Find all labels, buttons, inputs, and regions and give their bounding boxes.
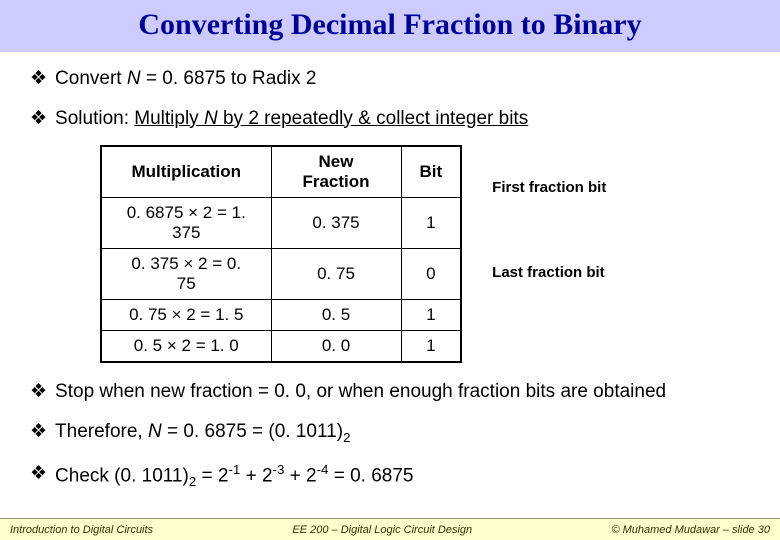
title-bar: Converting Decimal Fraction to Binary <box>0 0 780 52</box>
superscript: -1 <box>228 462 240 477</box>
bullet-3: ❖ Stop when new fraction = 0. 0, or when… <box>30 379 750 405</box>
cell-bit: 1 <box>401 331 461 363</box>
page-title: Converting Decimal Fraction to Binary <box>0 8 780 42</box>
superscript: -4 <box>317 462 329 477</box>
bullet-2-text: Solution: Multiply N by 2 repeatedly & c… <box>55 106 528 132</box>
bullet-5: ❖ Check (0. 1011)2 = 2-1 + 2-3 + 2-4 = 0… <box>30 461 750 491</box>
cell-bit: 1 <box>401 198 461 249</box>
bullet-4-text: Therefore, N = 0. 6875 = (0. 1011)2 <box>55 419 350 447</box>
table-row: 0. 375 × 2 = 0. 75 0. 75 0 <box>101 249 461 300</box>
table-row: 0. 75 × 2 = 1. 5 0. 5 1 <box>101 300 461 331</box>
text: Convert <box>55 68 127 89</box>
subscript: 2 <box>343 430 350 445</box>
cell-frac: 0. 5 <box>271 300 401 331</box>
text: = 0. 6875 = (0. 1011) <box>162 421 343 442</box>
text: Solution: <box>55 108 134 129</box>
annotation-last: Last fraction bit <box>492 264 606 281</box>
footer-right: © Muhamed Mudawar – slide 30 <box>611 524 770 536</box>
bullet-3-text: Stop when new fraction = 0. 0, or when e… <box>55 379 666 405</box>
diamond-icon: ❖ <box>30 419 47 445</box>
annotation-first: First fraction bit <box>492 179 606 196</box>
text: + 2 <box>240 465 272 486</box>
diamond-icon: ❖ <box>30 106 47 132</box>
cell-frac: 0. 75 <box>271 249 401 300</box>
diamond-icon: ❖ <box>30 379 47 405</box>
text: by 2 repeatedly & collect integer bits <box>218 108 529 129</box>
cell-frac: 0. 0 <box>271 331 401 363</box>
cell-mult: 0. 375 × 2 = 0. 75 <box>101 249 271 300</box>
text: + 2 <box>284 465 316 486</box>
table-row: 0. 6875 × 2 = 1. 375 0. 375 1 <box>101 198 461 249</box>
cell-frac: 0. 375 <box>271 198 401 249</box>
bullet-1-text: Convert N = 0. 6875 to Radix 2 <box>55 66 316 92</box>
text-var: N <box>127 68 141 89</box>
cell-mult: 0. 6875 × 2 = 1. 375 <box>101 198 271 249</box>
bullet-5-text: Check (0. 1011)2 = 2-1 + 2-3 + 2-4 = 0. … <box>55 461 413 491</box>
cell-bit: 0 <box>401 249 461 300</box>
underlined: Multiply N by 2 repeatedly & collect int… <box>134 108 528 129</box>
bullet-4: ❖ Therefore, N = 0. 6875 = (0. 1011)2 <box>30 419 750 447</box>
footer-left: Introduction to Digital Circuits <box>10 524 153 536</box>
text: Check (0. 1011) <box>55 465 189 486</box>
col-header-mult: Multiplication <box>101 146 271 198</box>
text-var: N <box>148 421 162 442</box>
footer-center: EE 200 – Digital Logic Circuit Design <box>292 524 472 536</box>
col-header-bit: Bit <box>401 146 461 198</box>
table-annotations: First fraction bit Last fraction bit <box>492 145 606 281</box>
text: Therefore, <box>55 421 148 442</box>
superscript: -3 <box>273 462 285 477</box>
table-wrap: Multiplication New Fraction Bit 0. 6875 … <box>100 145 750 363</box>
text: Multiply <box>134 108 204 129</box>
cell-mult: 0. 75 × 2 = 1. 5 <box>101 300 271 331</box>
text-var: N <box>204 108 218 129</box>
cell-mult: 0. 5 × 2 = 1. 0 <box>101 331 271 363</box>
diamond-icon: ❖ <box>30 66 47 92</box>
cell-bit: 1 <box>401 300 461 331</box>
conversion-table: Multiplication New Fraction Bit 0. 6875 … <box>100 145 462 363</box>
table-row: 0. 5 × 2 = 1. 0 0. 0 1 <box>101 331 461 363</box>
text: = 0. 6875 to Radix 2 <box>141 68 317 89</box>
col-header-frac: New Fraction <box>271 146 401 198</box>
bullet-2: ❖ Solution: Multiply N by 2 repeatedly &… <box>30 106 750 132</box>
text: = 0. 6875 <box>328 465 413 486</box>
diamond-icon: ❖ <box>30 461 47 487</box>
bullet-1: ❖ Convert N = 0. 6875 to Radix 2 <box>30 66 750 92</box>
text: = 2 <box>196 465 228 486</box>
table-header-row: Multiplication New Fraction Bit <box>101 146 461 198</box>
footer: Introduction to Digital Circuits EE 200 … <box>0 518 780 540</box>
content-area: ❖ Convert N = 0. 6875 to Radix 2 ❖ Solut… <box>0 52 780 491</box>
